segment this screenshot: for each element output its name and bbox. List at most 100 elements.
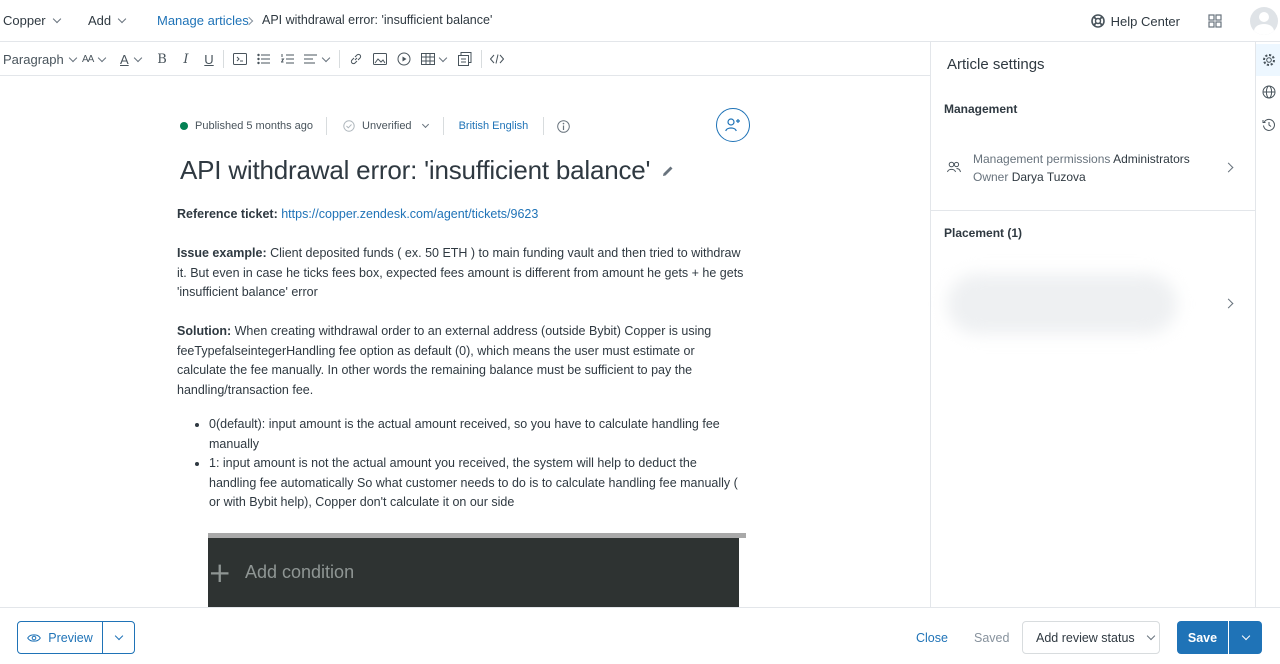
add-label: Add: [88, 13, 112, 28]
close-button[interactable]: Close: [916, 621, 948, 654]
underline-button[interactable]: U: [203, 42, 215, 76]
toolbar-divider: [223, 50, 224, 68]
add-collaborator-button[interactable]: [716, 108, 750, 142]
owner-row: Owner Darya Tuzova: [973, 168, 1086, 186]
screenshot-caption: Add condition: [245, 562, 355, 582]
save-options-button[interactable]: [1229, 621, 1262, 654]
add-dropdown[interactable]: Add: [88, 13, 127, 28]
embedded-screenshot[interactable]: + Add condition: [208, 533, 746, 607]
article-body[interactable]: Reference ticket: https://copper.zendesk…: [177, 205, 747, 513]
paragraph-label: Paragraph: [3, 51, 64, 67]
saved-status: Saved: [974, 630, 1010, 645]
bulleted-list-icon: [257, 53, 270, 65]
code-block-button[interactable]: [233, 42, 247, 76]
solution-text: When creating withdrawal order to an ext…: [177, 324, 712, 397]
toolbar-divider: [339, 50, 340, 68]
history-tab[interactable]: [1256, 109, 1280, 141]
panel-title: Article settings: [947, 56, 1045, 73]
text-color-dropdown[interactable]: A: [120, 42, 142, 76]
text-color-icon: A: [120, 51, 129, 67]
list-item: 1: input amount is not the actual amount…: [209, 454, 747, 513]
published-status-dot: [180, 122, 188, 130]
screenshot-image: + Add condition: [208, 538, 739, 607]
meta-divider: [442, 117, 444, 135]
preview-label: Preview: [48, 630, 93, 645]
language-link[interactable]: British English: [459, 120, 529, 132]
info-icon[interactable]: [557, 119, 571, 133]
brand-dropdown[interactable]: Copper: [3, 13, 61, 28]
management-permissions: Management permissions Administrators: [973, 150, 1190, 168]
settings-tab[interactable]: [1256, 44, 1280, 76]
top-bar: Copper Add Manage articles API withdrawa…: [0, 0, 1280, 42]
table-icon: [421, 53, 435, 65]
owner-value: Darya Tuzova: [1011, 170, 1086, 184]
gear-icon: [1262, 54, 1275, 66]
review-status-dropdown[interactable]: Add review status: [1022, 621, 1160, 654]
breadcrumb-manage-articles[interactable]: Manage articles: [157, 13, 249, 28]
chevron-down-icon: [421, 120, 429, 129]
plus-icon: +: [208, 556, 232, 589]
pencil-icon[interactable]: [661, 164, 675, 178]
chevron-down-icon: [1146, 631, 1155, 641]
placement-item-redacted[interactable]: [947, 274, 1177, 334]
reference-label: Reference ticket:: [177, 207, 278, 221]
fee-options-list: 0(default): input amount is the actual a…: [209, 415, 747, 513]
right-rail: [1255, 42, 1280, 607]
source-code-button[interactable]: [490, 42, 504, 76]
article-title-text: API withdrawal error: 'insufficient bala…: [180, 155, 651, 185]
lifebuoy-icon: [1090, 14, 1105, 28]
article-title[interactable]: API withdrawal error: 'insufficient bala…: [180, 155, 675, 186]
reference-ticket-link[interactable]: https://copper.zendesk.com/agent/tickets…: [281, 207, 538, 221]
owner-label: Owner: [973, 170, 1009, 184]
paragraph-format-dropdown[interactable]: Paragraph: [3, 42, 77, 76]
content-block-button[interactable]: [458, 42, 472, 76]
font-size-icon: AA: [82, 53, 94, 65]
chevron-down-icon: [117, 14, 127, 24]
font-size-dropdown[interactable]: AA: [82, 42, 107, 76]
eye-icon: [27, 633, 42, 642]
chevron-right-icon: [1223, 162, 1234, 173]
verification-dropdown[interactable]: Unverified: [343, 120, 429, 132]
list-item: 0(default): input amount is the actual a…: [209, 415, 747, 454]
permissions-value: Administrators: [1113, 152, 1190, 166]
numbered-list-button[interactable]: [281, 42, 295, 76]
help-center-link[interactable]: Help Center: [1090, 14, 1180, 29]
italic-button[interactable]: I: [180, 42, 192, 76]
chevron-right-icon[interactable]: [1223, 298, 1234, 309]
preview-button[interactable]: Preview: [17, 621, 103, 654]
insert-table-dropdown[interactable]: [421, 42, 448, 76]
bulleted-list-button[interactable]: [257, 42, 271, 76]
link-icon: [350, 53, 362, 65]
chevron-down-icon: [321, 53, 331, 62]
toolbar-divider: [481, 50, 482, 68]
published-status: Published 5 months ago: [195, 120, 314, 132]
chevron-down-icon: [1241, 631, 1250, 641]
chevron-down-icon: [114, 631, 123, 641]
chevron-down-icon: [68, 53, 77, 62]
translations-tab[interactable]: [1256, 76, 1280, 108]
reference-paragraph: Reference ticket: https://copper.zendesk…: [177, 205, 747, 225]
editor-toolbar: Paragraph AA A B I U: [0, 42, 930, 76]
issue-label: Issue example:: [177, 246, 267, 260]
save-button[interactable]: Save: [1177, 621, 1228, 654]
insert-image-button[interactable]: [373, 42, 387, 76]
bold-button[interactable]: B: [156, 42, 168, 76]
align-left-icon: [304, 54, 317, 64]
apps-grid-icon[interactable]: [1208, 14, 1222, 28]
insert-media-button[interactable]: [397, 42, 411, 76]
breadcrumb-current: API withdrawal error: 'insufficient bala…: [262, 13, 493, 27]
insert-link-button[interactable]: [349, 42, 363, 76]
preview-options-button[interactable]: [102, 621, 135, 654]
code-block-icon: [233, 53, 247, 65]
chevron-down-icon: [438, 53, 448, 62]
brand-label: Copper: [3, 13, 46, 28]
alignment-dropdown[interactable]: [304, 42, 331, 76]
chevron-down-icon: [98, 53, 107, 62]
user-avatar[interactable]: [1250, 7, 1278, 35]
issue-paragraph: Issue example: Client deposited funds ( …: [177, 244, 747, 303]
article-settings-panel: Article settings Management Management p…: [930, 42, 1256, 607]
users-icon: [947, 161, 961, 173]
verification-status: Unverified: [362, 120, 412, 132]
management-row[interactable]: Management permissions Administrators Ow…: [931, 142, 1256, 194]
globe-icon: [1262, 85, 1275, 99]
